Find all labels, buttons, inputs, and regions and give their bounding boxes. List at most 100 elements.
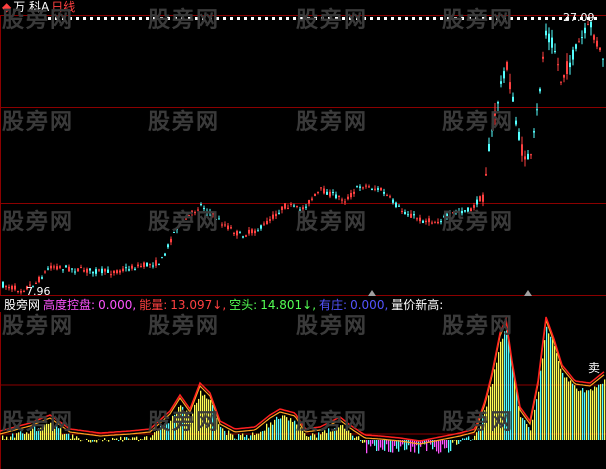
candle-body bbox=[110, 274, 112, 276]
top-marker-dot bbox=[433, 17, 436, 20]
histogram-bar bbox=[206, 398, 208, 440]
candle-body bbox=[494, 110, 496, 118]
candle-body bbox=[47, 268, 49, 270]
histogram-bar bbox=[268, 427, 270, 440]
histogram-bar bbox=[374, 440, 376, 446]
histogram-bar bbox=[136, 436, 138, 440]
histogram-bar bbox=[36, 431, 38, 440]
histogram-bar bbox=[30, 430, 32, 440]
candle-body bbox=[95, 269, 97, 274]
top-marker-dot bbox=[181, 17, 184, 20]
candle-body bbox=[476, 199, 478, 205]
candle-body bbox=[179, 222, 181, 225]
histogram-bar bbox=[398, 440, 400, 452]
histogram-bar bbox=[76, 436, 78, 440]
histogram-bar bbox=[204, 394, 206, 440]
histogram-bar bbox=[470, 440, 472, 441]
candle-body bbox=[128, 269, 130, 271]
histogram-bar bbox=[356, 436, 358, 440]
histogram-bar bbox=[604, 379, 606, 440]
candle-body bbox=[431, 222, 433, 224]
histogram-bar bbox=[482, 415, 484, 440]
candle-body bbox=[575, 44, 577, 49]
histogram-bar bbox=[180, 405, 182, 440]
candle-body bbox=[152, 265, 154, 267]
candle-body bbox=[401, 210, 403, 212]
histogram-bar bbox=[496, 362, 498, 440]
candle-body bbox=[158, 263, 160, 265]
candle-body bbox=[599, 47, 601, 51]
histogram-bar bbox=[510, 352, 512, 440]
histogram-bar bbox=[64, 433, 66, 440]
candle-body bbox=[467, 207, 469, 213]
histogram-bar bbox=[596, 387, 598, 440]
histogram-bar bbox=[582, 387, 584, 440]
histogram-bar bbox=[488, 395, 490, 440]
histogram-bar bbox=[252, 432, 254, 440]
histogram-bar bbox=[326, 433, 328, 440]
histogram-bar bbox=[588, 390, 590, 440]
candle-body bbox=[143, 262, 145, 267]
histogram-bar bbox=[126, 437, 128, 440]
candle-body bbox=[200, 204, 202, 206]
histogram-bar bbox=[316, 437, 318, 440]
top-marker-dot bbox=[62, 17, 65, 20]
histogram-bar bbox=[380, 440, 382, 448]
top-marker-dot bbox=[139, 17, 142, 20]
histogram-bar bbox=[456, 440, 458, 445]
candle-body bbox=[56, 266, 58, 270]
histogram-bar bbox=[276, 416, 278, 440]
histogram-bar bbox=[444, 440, 446, 449]
histogram-bar bbox=[288, 420, 290, 440]
histogram-bar bbox=[114, 438, 116, 440]
histogram-bar bbox=[500, 341, 502, 440]
histogram-bar bbox=[382, 440, 384, 450]
histogram-bar bbox=[56, 424, 58, 440]
histogram-bar bbox=[294, 420, 296, 440]
histogram-bar bbox=[242, 433, 244, 440]
indicator-chart[interactable] bbox=[0, 312, 606, 469]
histogram-bar bbox=[392, 440, 394, 453]
candle-body bbox=[437, 221, 439, 224]
candle-body bbox=[278, 212, 280, 214]
indicator-header: 股旁网 高度控盘: 0.000, 能量: 13.097↓, 空头: 14.801↓, 有庄: 0… bbox=[4, 298, 446, 312]
candle-body bbox=[530, 154, 532, 156]
candle-body bbox=[263, 223, 265, 225]
candle-body bbox=[419, 217, 421, 222]
top-marker-dot bbox=[125, 17, 128, 20]
top-marker-dot bbox=[440, 17, 443, 20]
histogram-bar bbox=[452, 440, 454, 443]
top-marker-dot bbox=[328, 17, 331, 20]
top-marker-dot bbox=[286, 17, 289, 20]
histogram-bar bbox=[426, 440, 428, 452]
envelope-line-red bbox=[0, 316, 605, 442]
histogram-bar bbox=[212, 404, 214, 440]
candle-body bbox=[464, 210, 466, 212]
candle-body bbox=[11, 285, 13, 290]
histogram-bar bbox=[410, 440, 412, 452]
histogram-bar bbox=[248, 438, 250, 440]
candle-body bbox=[134, 268, 136, 270]
candle-body bbox=[275, 213, 277, 217]
top-marker-dot bbox=[384, 17, 387, 20]
candle-body bbox=[221, 224, 223, 226]
candle-body bbox=[242, 236, 244, 238]
candle-body bbox=[425, 220, 427, 223]
histogram-bar bbox=[284, 415, 286, 440]
price-chart[interactable] bbox=[0, 0, 606, 296]
candle-body bbox=[560, 81, 562, 83]
histogram-bar bbox=[2, 435, 4, 440]
candle-body bbox=[524, 156, 526, 160]
histogram-bar bbox=[450, 440, 452, 452]
candle-body bbox=[287, 207, 289, 209]
histogram-bar bbox=[270, 422, 272, 440]
candle-body bbox=[407, 214, 409, 216]
histogram-bar bbox=[32, 428, 34, 440]
candle-body bbox=[2, 282, 4, 288]
signal-triangle bbox=[368, 290, 376, 296]
candle-body bbox=[101, 268, 103, 274]
top-marker-dot bbox=[447, 17, 450, 20]
candle-body bbox=[308, 200, 310, 204]
candle-body bbox=[212, 212, 214, 215]
histogram-bar bbox=[222, 428, 224, 440]
